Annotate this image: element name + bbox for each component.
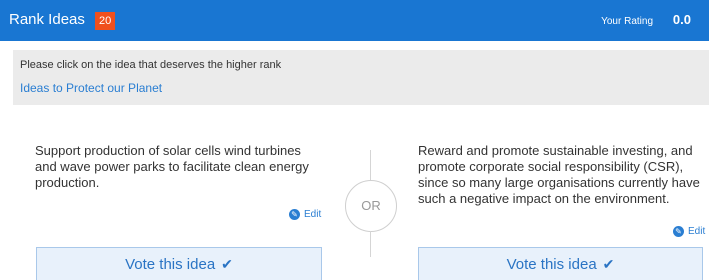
idea-text-right[interactable]: Reward and promote sustainable investing… — [418, 143, 708, 207]
ideas-count-badge: 20 — [95, 12, 116, 30]
vote-label: Vote this idea — [506, 256, 597, 273]
edit-label: Edit — [304, 209, 322, 220]
header-bar: Rank Ideas 20 Your Rating 0.0 — [0, 0, 709, 41]
edit-label: Edit — [688, 226, 706, 237]
rating-value: 0.0 — [672, 12, 691, 27]
vote-label: Vote this idea — [125, 256, 216, 273]
page-title: Rank Ideas — [9, 11, 85, 28]
edit-button-left[interactable]: ✎ Edit — [289, 209, 321, 220]
or-separator: OR — [345, 180, 397, 232]
vote-button-left[interactable]: Vote this idea ✔ — [36, 247, 322, 280]
idea-text-left[interactable]: Support production of solar cells wind t… — [35, 143, 325, 191]
pencil-icon: ✎ — [673, 226, 684, 237]
divider-line-top — [370, 150, 371, 180]
edit-button-right[interactable]: ✎ Edit — [673, 226, 705, 237]
instructions-panel: Please click on the idea that deserves t… — [13, 50, 709, 105]
pencil-icon: ✎ — [289, 209, 300, 220]
divider-line-bottom — [370, 231, 371, 257]
instruction-message: Please click on the idea that deserves t… — [20, 59, 282, 71]
checkmark-icon: ✔ — [602, 256, 615, 272]
vote-button-right[interactable]: Vote this idea ✔ — [418, 247, 703, 280]
checkmark-icon: ✔ — [221, 256, 233, 272]
topic-link[interactable]: Ideas to Protect our Planet — [20, 81, 162, 95]
rating-label: Your Rating — [601, 16, 653, 27]
